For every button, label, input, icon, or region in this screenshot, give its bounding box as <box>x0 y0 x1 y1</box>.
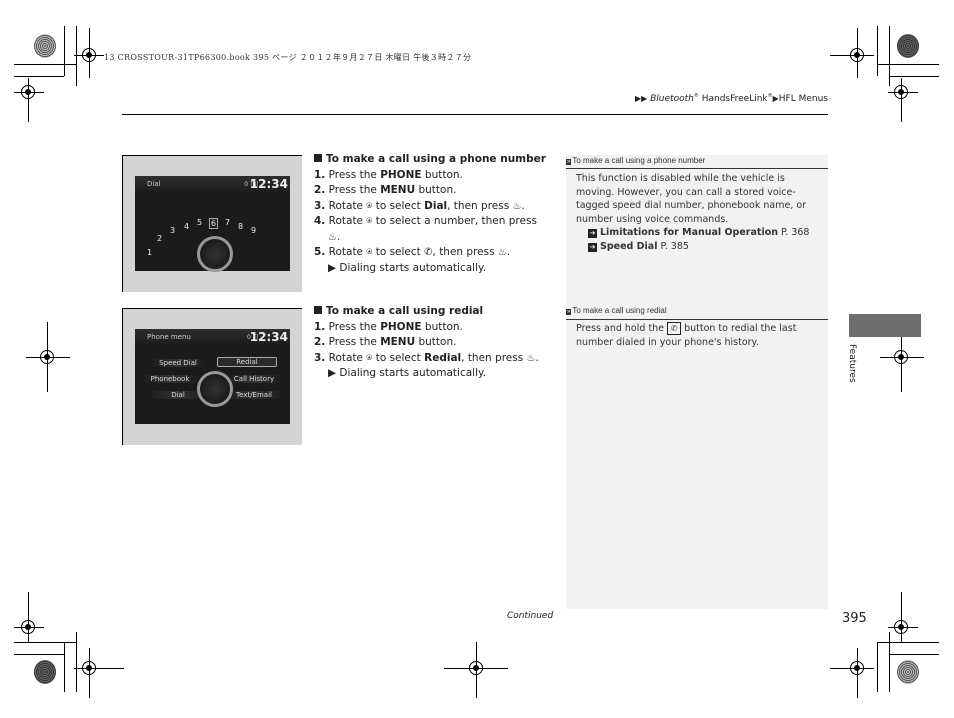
page-number: 395 <box>842 611 867 626</box>
interface-dial-press-icon: ♨ <box>497 247 507 258</box>
dial-knob-graphic <box>197 371 233 407</box>
screen-title: Dial <box>147 180 161 188</box>
step: 3. Rotate ⍟ to select Redial, then press… <box>314 351 539 364</box>
interface-dial-press-icon: ♨ <box>512 200 522 212</box>
triangle-icon: ▶ <box>641 94 648 103</box>
sidenote-body: This function is disabled while the vehi… <box>576 172 821 253</box>
dial-digit-selected: 6 <box>209 218 219 229</box>
phone-menu-screen: Phone menu 0 Tl 12:34 Speed Dial Phonebo… <box>135 329 290 424</box>
color-rosette-icon <box>34 34 56 58</box>
result-note: ▶ Dialing starts automatically. <box>328 261 487 274</box>
menu-item-right: Call History <box>225 375 283 383</box>
triangle-icon: ▶ <box>328 367 337 379</box>
menu-item-left: Speed Dial <box>149 359 207 367</box>
dial-digit: 3 <box>170 226 176 235</box>
print-slug: 13 CROSSTOUR-31TP66300.book 395 ページ ２０１２… <box>104 53 472 62</box>
step: 4. Rotate ⍟ to select a number, then pre… <box>314 215 537 227</box>
dial-screen-image: Dial 0 Tal 12:34 1 2 3 4 5 6 7 8 9 <box>122 155 302 292</box>
step: 1. Press the PHONE button. <box>314 320 463 333</box>
dial-digit: 4 <box>184 222 190 231</box>
section-heading: To make a call using a phone number <box>314 152 558 168</box>
interface-dial-press-icon: ♨ <box>526 352 536 364</box>
step: 3. Rotate ⍟ to select Dial, then press ♨… <box>314 199 525 212</box>
header-divider <box>122 114 828 115</box>
sidenote-divider <box>566 319 828 320</box>
menu-item-left: Phonebook <box>141 375 199 383</box>
instructions-redial: To make a call using redial 1. Press the… <box>314 304 558 382</box>
breadcrumb-item[interactable]: HandsFreeLink <box>702 94 768 104</box>
dial-knob-graphic <box>197 236 233 272</box>
chapter-tab-label: Features <box>847 344 857 383</box>
crossref-link[interactable]: ➔ Speed Dial P. 385 <box>576 240 821 254</box>
double-arrow-icon: » <box>566 309 572 315</box>
triangle-icon: ▶ <box>328 261 337 274</box>
link-arrow-icon: ➔ <box>588 229 597 238</box>
interface-dial-press-icon: ♨ <box>328 231 337 243</box>
link-arrow-icon: ➔ <box>588 242 597 252</box>
menu-item-right-selected: Redial <box>217 357 277 367</box>
crossref-link[interactable]: ➔ Limitations for Manual Operation P. 368 <box>576 226 821 240</box>
color-rosette-icon <box>34 660 56 684</box>
screen-title: Phone menu <box>147 333 191 341</box>
menu-item-right: Text/Email <box>225 391 283 399</box>
sidenote-heading: » To make a call using a phone number <box>566 156 706 165</box>
dial-screen: Dial 0 Tal 12:34 1 2 3 4 5 6 7 8 9 <box>135 176 290 272</box>
section-heading: To make a call using redial <box>314 304 558 320</box>
dial-digit: 7 <box>225 218 231 227</box>
phone-pickup-icon: ✆ <box>424 247 433 258</box>
continued-label: Continued <box>507 611 554 621</box>
double-arrow-icon: » <box>566 159 572 165</box>
step: 2. Press the MENU button. <box>314 336 457 348</box>
step: 1. Press the PHONE button. <box>314 168 463 181</box>
phone-pickup-button-icon: ✆ <box>667 322 682 335</box>
instructions-phone-number: To make a call using a phone number 1. P… <box>314 152 558 276</box>
sidenote-body: Press and hold the ✆ button to redial th… <box>576 322 797 348</box>
color-rosette-icon <box>897 34 919 58</box>
dial-digit: 9 <box>251 226 257 235</box>
step: 5. Rotate ⍟ to select ✆, then press ♨. <box>314 246 511 258</box>
screen-clock: 12:34 <box>249 177 288 191</box>
step: 2. Press the MENU button. <box>314 184 457 196</box>
breadcrumb: ▶▶ Bluetooth® HandsFreeLink®▶HFL Menus <box>634 93 828 104</box>
dial-digit: 5 <box>197 218 203 227</box>
sidenote-divider <box>566 168 828 169</box>
dial-digit: 8 <box>238 222 244 231</box>
color-rosette-icon <box>897 660 919 684</box>
screen-clock: 12:34 <box>249 330 288 344</box>
chapter-tab[interactable] <box>849 314 921 337</box>
sidenote-heading: » To make a call using redial <box>566 306 667 315</box>
dial-digit: 2 <box>157 234 163 243</box>
phone-menu-screen-image: Phone menu 0 Tl 12:34 Speed Dial Phonebo… <box>122 308 302 445</box>
dial-digit: 1 <box>147 248 153 257</box>
breadcrumb-item[interactable]: HFL Menus <box>779 94 828 104</box>
result-note: ▶ Dialing starts automatically. <box>328 367 487 379</box>
breadcrumb-item[interactable]: Bluetooth <box>650 94 694 104</box>
